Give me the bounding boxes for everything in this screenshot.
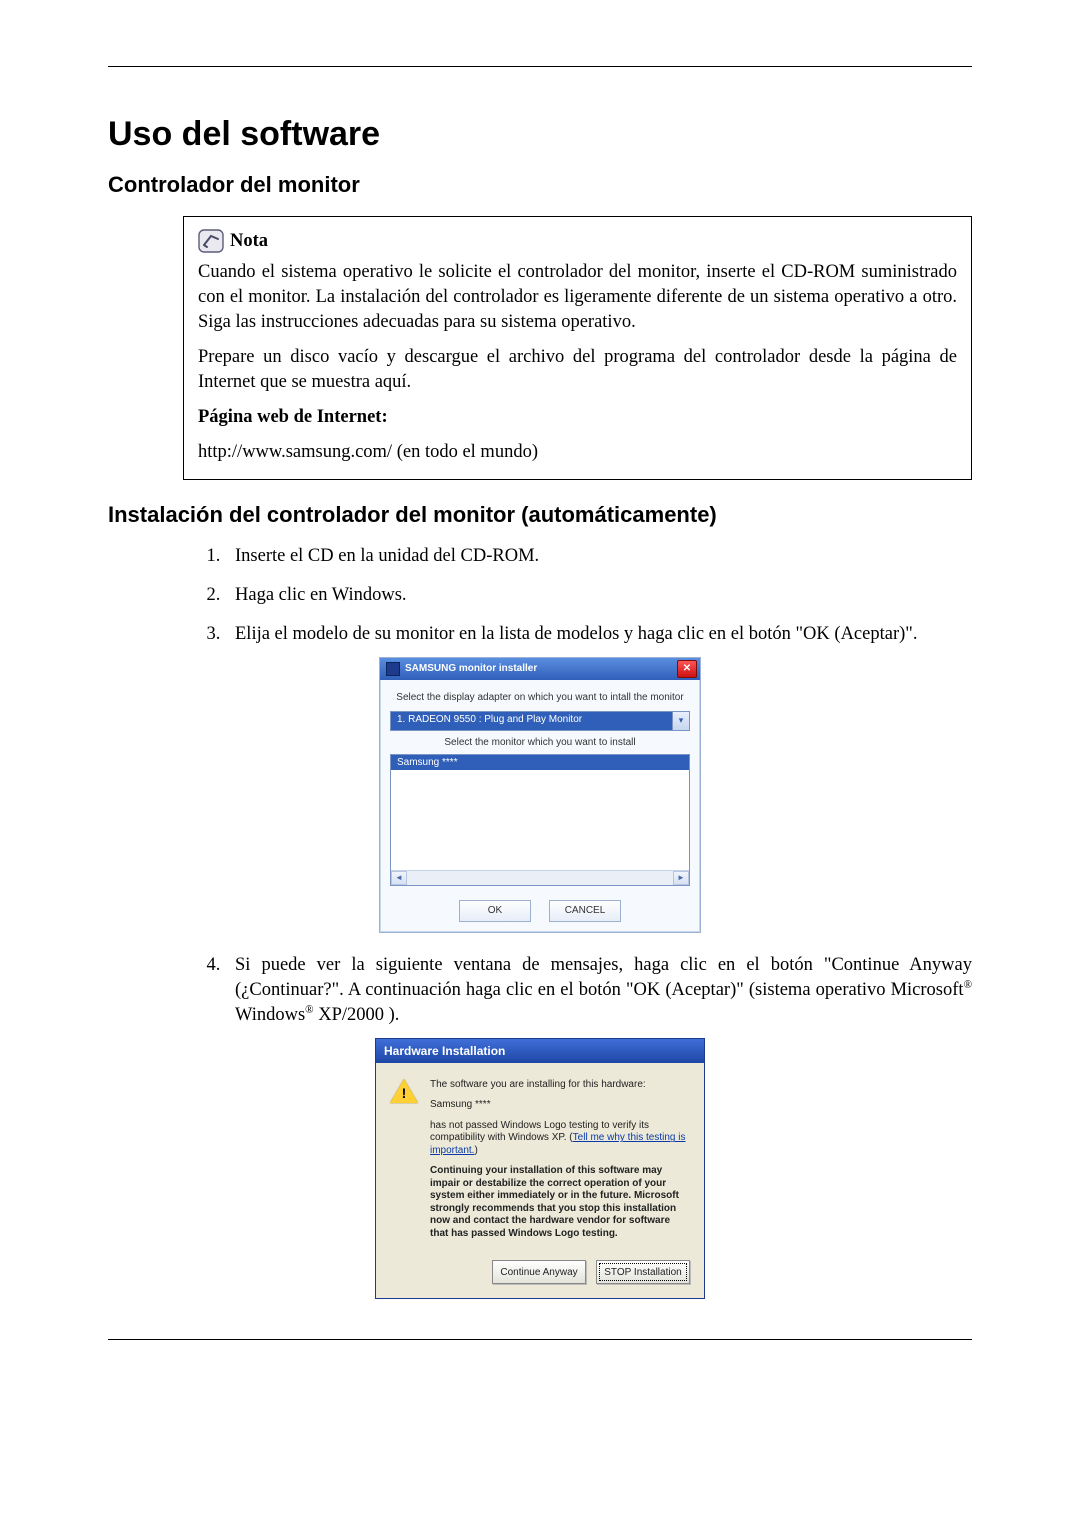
section-heading-controller: Controlador del monitor	[108, 172, 972, 198]
bottom-rule	[108, 1339, 972, 1340]
installer-title: SAMSUNG monitor installer	[405, 663, 537, 674]
installer-titlebar: SAMSUNG monitor installer ✕	[380, 658, 700, 680]
hw-device-name: Samsung ****	[430, 1099, 690, 1112]
monitor-list-item-selected[interactable]: Samsung ****	[391, 755, 689, 770]
stop-installation-button[interactable]: STOP Installation	[596, 1260, 690, 1284]
horizontal-scrollbar[interactable]: ◄ ►	[391, 870, 689, 885]
step-1: Inserte el CD en la unidad del CD-ROM.	[225, 544, 972, 569]
note-box: Nota Cuando el sistema operativo le soli…	[183, 216, 972, 480]
adapter-dropdown[interactable]: 1. RADEON 9550 : Plug and Play Monitor ▾	[390, 711, 690, 731]
scroll-right-icon[interactable]: ►	[673, 871, 689, 885]
install-steps-list: Inserte el CD en la unidad del CD-ROM. H…	[183, 544, 972, 647]
ok-button[interactable]: OK	[459, 900, 531, 922]
warning-icon: !	[390, 1079, 418, 1107]
adapter-selected-value: 1. RADEON 9550 : Plug and Play Monitor	[391, 712, 672, 730]
page-title: Uso del software	[108, 115, 972, 154]
installer-dialog: SAMSUNG monitor installer ✕ Select the d…	[379, 657, 701, 933]
registered-mark-1: ®	[964, 979, 972, 991]
scroll-left-icon[interactable]: ◄	[391, 871, 407, 885]
registered-mark-2: ®	[305, 1004, 313, 1016]
install-steps-list-continued: Si puede ver la siguiente ventana de men…	[183, 953, 972, 1028]
samsung-logo-icon	[386, 662, 400, 676]
close-button[interactable]: ✕	[677, 660, 697, 678]
hardware-titlebar: Hardware Installation	[376, 1039, 704, 1063]
hardware-install-dialog: Hardware Installation ! The software you…	[375, 1038, 705, 1300]
hw-line-1: The software you are installing for this…	[430, 1079, 690, 1092]
step-4-text-c: XP/2000 ).	[314, 1005, 400, 1025]
hardware-message: The software you are installing for this…	[430, 1079, 690, 1249]
hw-line-2: has not passed Windows Logo testing to v…	[430, 1120, 690, 1158]
step-2: Haga clic en Windows.	[225, 583, 972, 608]
note-paragraph-1: Cuando el sistema operativo le solicite …	[198, 260, 957, 335]
hw-warning-paragraph: Continuing your installation of this sof…	[430, 1165, 690, 1240]
note-label: Nota	[230, 229, 268, 254]
continue-anyway-button[interactable]: Continue Anyway	[492, 1260, 586, 1284]
step-4-text-a: Si puede ver la siguiente ventana de men…	[235, 955, 972, 1000]
installer-instruction-2: Select the monitor which you want to ins…	[390, 737, 690, 748]
note-website-label: Página web de Internet:	[198, 405, 957, 430]
monitor-listbox[interactable]: Samsung **** ◄ ►	[390, 754, 690, 886]
step-4: Si puede ver la siguiente ventana de men…	[225, 953, 972, 1028]
installer-instruction-1: Select the display adapter on which you …	[390, 692, 690, 703]
document-page: Uso del software Controlador del monitor…	[0, 0, 1080, 1527]
section-heading-auto-install: Instalación del controlador del monitor …	[108, 502, 972, 528]
step-4-text-b: Windows	[235, 1005, 305, 1025]
note-url: http://www.samsung.com/ (en todo el mund…	[198, 440, 957, 465]
note-icon	[198, 229, 224, 253]
step-3: Elija el modelo de su monitor en la list…	[225, 622, 972, 647]
cancel-button[interactable]: CANCEL	[549, 900, 621, 922]
chevron-down-icon[interactable]: ▾	[672, 712, 689, 730]
top-rule	[108, 66, 972, 67]
hardware-title: Hardware Installation	[384, 1044, 505, 1058]
hw-line-2b: )	[474, 1145, 477, 1156]
note-paragraph-2: Prepare un disco vacío y descargue el ar…	[198, 345, 957, 395]
